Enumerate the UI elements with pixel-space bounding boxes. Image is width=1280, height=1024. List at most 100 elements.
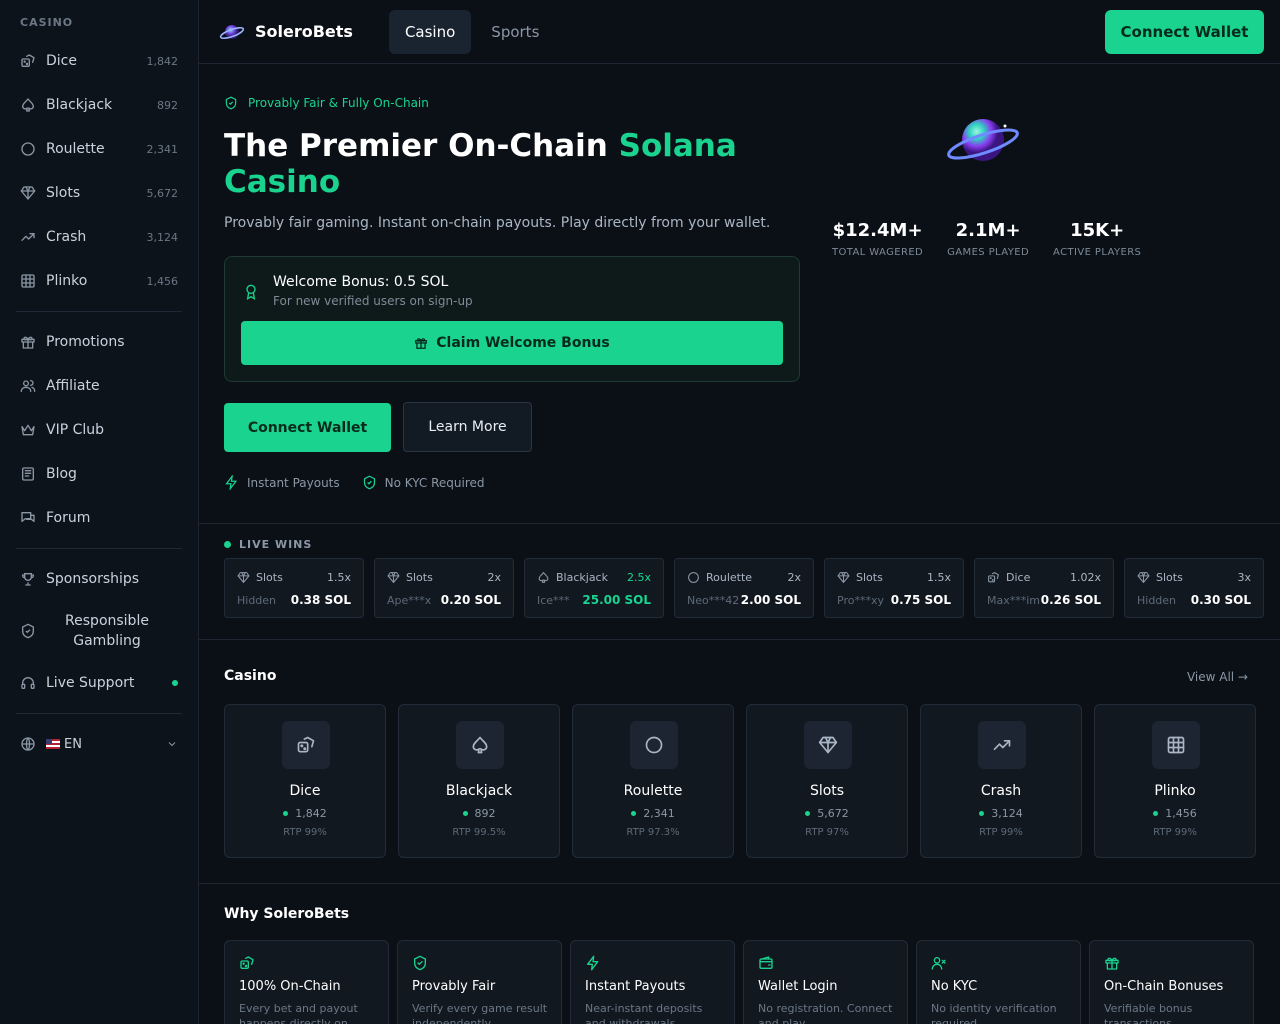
why-section: Why SoleroBets 100% On-Chain Every bet an… <box>199 884 1280 1024</box>
crown-icon <box>21 424 35 436</box>
sidebar-item-label: Blog <box>46 466 77 482</box>
claim-welcome-bonus-button[interactable]: Claim Welcome Bonus <box>241 321 783 365</box>
sidebar-item-blackjack[interactable]: Blackjack 892 <box>0 83 198 127</box>
hero-features: Instant Payouts No KYC Required <box>224 475 485 490</box>
win-amount: 0.38 SOL <box>290 593 351 607</box>
sidebar-divider <box>16 548 182 549</box>
sidebar-item-promotions[interactable]: Promotions <box>0 320 198 364</box>
win-game-name: Slots <box>256 571 283 584</box>
game-rtp: RTP 99% <box>1153 827 1197 838</box>
game-card-crash[interactable]: Crash 3,124 RTP 99% <box>920 704 1082 858</box>
connect-wallet-button[interactable]: Connect Wallet <box>1105 10 1264 54</box>
headset-icon <box>21 677 35 689</box>
brand[interactable]: SoleroBets <box>219 21 353 43</box>
sidebar-item-vip-club[interactable]: VIP Club <box>0 408 198 452</box>
lightning-icon <box>225 475 238 490</box>
sidebar-item-live-support[interactable]: Live Support <box>0 661 198 705</box>
game-player-count: 1,842 <box>295 807 327 820</box>
game-rtp: RTP 99% <box>283 827 327 838</box>
tab-casino[interactable]: Casino <box>388 9 472 54</box>
sidebar-item-dice[interactable]: Dice 1,842 <box>0 39 198 83</box>
learn-more-button[interactable]: Learn More <box>403 402 532 452</box>
live-win-card[interactable]: Slots 1.5x Hidden 0.38 SOL <box>224 558 364 618</box>
sidebar-item-responsible-gambling[interactable]: Responsible Gambling <box>0 601 198 661</box>
game-card-dice[interactable]: Dice 1,842 RTP 99% <box>224 704 386 858</box>
feature-card-provably-fair: Provably Fair Verify every game result in… <box>397 940 562 1024</box>
live-indicator <box>1153 811 1159 816</box>
game-name: Roulette <box>623 783 683 799</box>
lightning-icon <box>587 955 599 971</box>
win-game-name: Dice <box>1006 571 1031 584</box>
game-rtp: RTP 99.5% <box>452 827 506 838</box>
tab-sports[interactable]: Sports <box>475 10 555 54</box>
live-win-card[interactable]: Dice 1.02x Max***im 0.26 SOL <box>974 558 1114 618</box>
game-icon-box <box>978 721 1026 769</box>
live-win-card[interactable]: Slots 2x Ape***x 0.20 SOL <box>374 558 514 618</box>
sidebar-item-plinko[interactable]: Plinko 1,456 <box>0 259 198 303</box>
win-game-name: Slots <box>1156 571 1183 584</box>
gift-icon <box>1105 957 1119 970</box>
live-indicator <box>224 541 231 548</box>
game-card-plinko[interactable]: Plinko 1,456 RTP 99% <box>1094 704 1256 858</box>
language-selector[interactable]: EN <box>0 722 198 766</box>
hero-connect-wallet-button[interactable]: Connect Wallet <box>224 403 391 452</box>
feature-description: Every bet and payout happens directly on <box>239 1002 358 1024</box>
live-wins-heading: LIVE WINS <box>224 538 312 551</box>
dice-icon <box>21 54 35 67</box>
bonus-title: Welcome Bonus: 0.5 SOL <box>273 274 449 290</box>
live-win-card[interactable]: Slots 1.5x Pro***xy 0.75 SOL <box>824 558 964 618</box>
live-win-card[interactable]: Slots 3x Hidden 0.30 SOL <box>1124 558 1264 618</box>
live-win-card[interactable]: Blackjack 2.5x Ice*** 25.00 SOL <box>524 558 664 618</box>
game-icon-box <box>630 721 678 769</box>
trophy-icon <box>21 573 35 586</box>
why-features-grid: 100% On-Chain Every bet and payout happen… <box>224 940 1262 1024</box>
feature-card-100-on-chain: 100% On-Chain Every bet and payout happen… <box>224 940 389 1024</box>
shield-check-icon <box>225 96 237 110</box>
trending-up-icon <box>993 740 1011 750</box>
live-indicator <box>462 811 468 816</box>
sidebar-item-count: 892 <box>157 98 178 112</box>
sidebar-item-sponsorships[interactable]: Sponsorships <box>0 557 198 601</box>
spade-icon <box>472 736 488 754</box>
win-game-name: Slots <box>856 571 883 584</box>
feature-title: Instant Payouts <box>585 979 686 994</box>
dice-icon <box>297 736 315 753</box>
game-rtp: RTP 99% <box>979 827 1023 838</box>
sidebar-item-count: 5,672 <box>146 186 179 200</box>
sidebar-item-affiliate[interactable]: Affiliate <box>0 364 198 408</box>
game-icon-box <box>282 721 330 769</box>
live-indicator <box>283 811 289 816</box>
view-all-link[interactable]: View All → <box>1187 670 1248 684</box>
sidebar-item-slots[interactable]: Slots 5,672 <box>0 171 198 215</box>
sidebar-item-crash[interactable]: Crash 3,124 <box>0 215 198 259</box>
feature-card-wallet-login: Wallet Login No registration. Connect and… <box>743 940 908 1024</box>
win-amount: 0.30 SOL <box>1190 593 1251 607</box>
gift-icon <box>21 336 35 349</box>
live-win-card[interactable]: Roulette 2x Neo***42 2.00 SOL <box>674 558 814 618</box>
game-player-count: 1,456 <box>1165 807 1197 820</box>
game-player-count: 2,341 <box>643 807 675 820</box>
feature-title: On-Chain Bonuses <box>1104 979 1224 994</box>
game-card-blackjack[interactable]: Blackjack 892 RTP 99.5% <box>398 704 560 858</box>
game-card-slots[interactable]: Slots 5,672 RTP 97% <box>746 704 908 858</box>
win-game-name: Roulette <box>706 571 753 584</box>
game-name: Plinko <box>1154 783 1196 799</box>
sidebar-item-blog[interactable]: Blog <box>0 452 198 496</box>
sidebar-item-label: Forum <box>46 510 91 526</box>
sidebar-item-forum[interactable]: Forum <box>0 496 198 540</box>
live-wins-list: Slots 1.5x Hidden 0.38 SOL Slots 2x Ape***x 0.2… <box>224 558 1274 618</box>
diamond-icon <box>837 572 850 583</box>
game-name: Dice <box>289 783 321 799</box>
sidebar-item-roulette[interactable]: Roulette 2,341 <box>0 127 198 171</box>
casino-heading: Casino <box>224 668 277 684</box>
live-indicator <box>979 811 985 816</box>
game-card-roulette[interactable]: Roulette 2,341 RTP 97.3% <box>572 704 734 858</box>
sidebar-item-label: Crash <box>46 229 87 245</box>
shield-check-icon <box>363 475 375 490</box>
brand-name: SoleroBets <box>255 22 353 41</box>
users-icon <box>20 380 36 392</box>
grid-icon <box>21 274 35 288</box>
stat-label: GAMES PLAYED <box>947 247 1030 258</box>
game-icon-box <box>1152 721 1200 769</box>
sidebar-item-label: Promotions <box>46 334 125 350</box>
